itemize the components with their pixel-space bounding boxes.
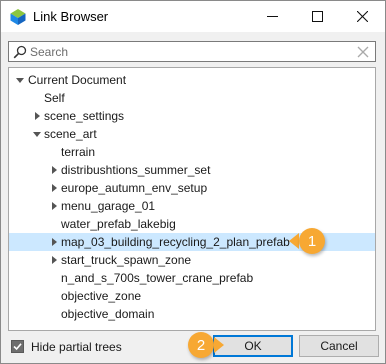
caret-right-icon[interactable] bbox=[49, 255, 59, 265]
caret-down-icon[interactable] bbox=[15, 75, 25, 85]
tree-item-objective-domain[interactable]: objective_domain bbox=[9, 305, 375, 323]
title-bar[interactable]: Link Browser bbox=[1, 1, 385, 32]
tree-item-label: terrain bbox=[61, 145, 96, 159]
tree-item-objective-zone[interactable]: objective_zone bbox=[9, 287, 375, 305]
maximize-icon bbox=[312, 11, 323, 22]
tree-item-label: map_03_building_recycling_2_plan_prefab bbox=[61, 235, 290, 249]
search-box[interactable] bbox=[8, 41, 376, 62]
step-1-pointer bbox=[289, 233, 299, 249]
close-button[interactable] bbox=[340, 1, 385, 32]
tree-item-start-truck-spawn-zone[interactable]: start_truck_spawn_zone bbox=[9, 251, 375, 269]
maximize-button[interactable] bbox=[295, 1, 340, 32]
app-logo-icon bbox=[10, 9, 26, 25]
window-title: Link Browser bbox=[33, 9, 109, 24]
tree-item-label: distribushtions_summer_set bbox=[61, 163, 211, 177]
tree-item-menu-garage-01[interactable]: menu_garage_01 bbox=[9, 197, 375, 215]
tree-item-label: scene_art bbox=[44, 127, 97, 141]
tree-item-label: start_truck_spawn_zone bbox=[61, 253, 192, 267]
tree-item-europe-autumn-env-setup[interactable]: europe_autumn_env_setup bbox=[9, 179, 375, 197]
tree-item-label: scene_settings bbox=[44, 109, 125, 123]
checkmark-icon bbox=[13, 343, 22, 351]
tree-item-label: Current Document bbox=[28, 73, 127, 87]
minimize-icon bbox=[267, 16, 278, 17]
search-input[interactable] bbox=[30, 43, 348, 60]
cancel-button[interactable]: Cancel bbox=[299, 335, 379, 357]
caret-down-icon[interactable] bbox=[32, 129, 42, 139]
tree-item-self[interactable]: Self bbox=[9, 89, 375, 107]
tree-item-label: europe_autumn_env_setup bbox=[61, 181, 208, 195]
caret-right-icon[interactable] bbox=[49, 165, 59, 175]
tree-item-scene-settings[interactable]: scene_settings bbox=[9, 107, 375, 125]
tree-item-label: Self bbox=[44, 91, 65, 105]
tree-item-label: objective_domain bbox=[61, 307, 155, 321]
tree-item-current-document[interactable]: Current Document bbox=[9, 71, 375, 89]
tree-item-scene-art[interactable]: scene_art bbox=[9, 125, 375, 143]
tree-item-terrain[interactable]: terrain bbox=[9, 143, 375, 161]
minimize-button[interactable] bbox=[250, 1, 295, 32]
ok-button[interactable]: OK bbox=[213, 335, 293, 357]
tree-item-label: menu_garage_01 bbox=[61, 199, 156, 213]
caret-right-icon[interactable] bbox=[49, 183, 59, 193]
tree-item-distribushtions-summer-set[interactable]: distribushtions_summer_set bbox=[9, 161, 375, 179]
search-icon bbox=[13, 45, 27, 59]
tree-item-n-and-s-700s-tower-crane-prefab[interactable]: n_and_s_700s_tower_crane_prefab bbox=[9, 269, 375, 287]
tree-item-label: n_and_s_700s_tower_crane_prefab bbox=[61, 271, 254, 285]
tree-item-label: objective_zone bbox=[61, 289, 142, 303]
caret-right-icon[interactable] bbox=[49, 201, 59, 211]
close-icon bbox=[357, 11, 368, 22]
step-2-marker: 2 bbox=[188, 332, 214, 358]
hide-partial-trees-label[interactable]: Hide partial trees bbox=[31, 340, 122, 354]
clear-search-icon[interactable] bbox=[357, 46, 369, 58]
caret-right-icon[interactable] bbox=[49, 237, 59, 247]
tree-item-label: water_prefab_lakebig bbox=[61, 217, 176, 231]
caret-right-icon[interactable] bbox=[32, 111, 42, 121]
link-tree[interactable]: Current Document Self scene_settings sce… bbox=[8, 67, 376, 331]
step-1-marker: 1 bbox=[299, 228, 325, 254]
step-2-pointer bbox=[214, 337, 224, 353]
link-browser-dialog: Link Browser Search Current Document Sel… bbox=[0, 0, 386, 364]
hide-partial-trees-checkbox[interactable] bbox=[11, 340, 24, 353]
